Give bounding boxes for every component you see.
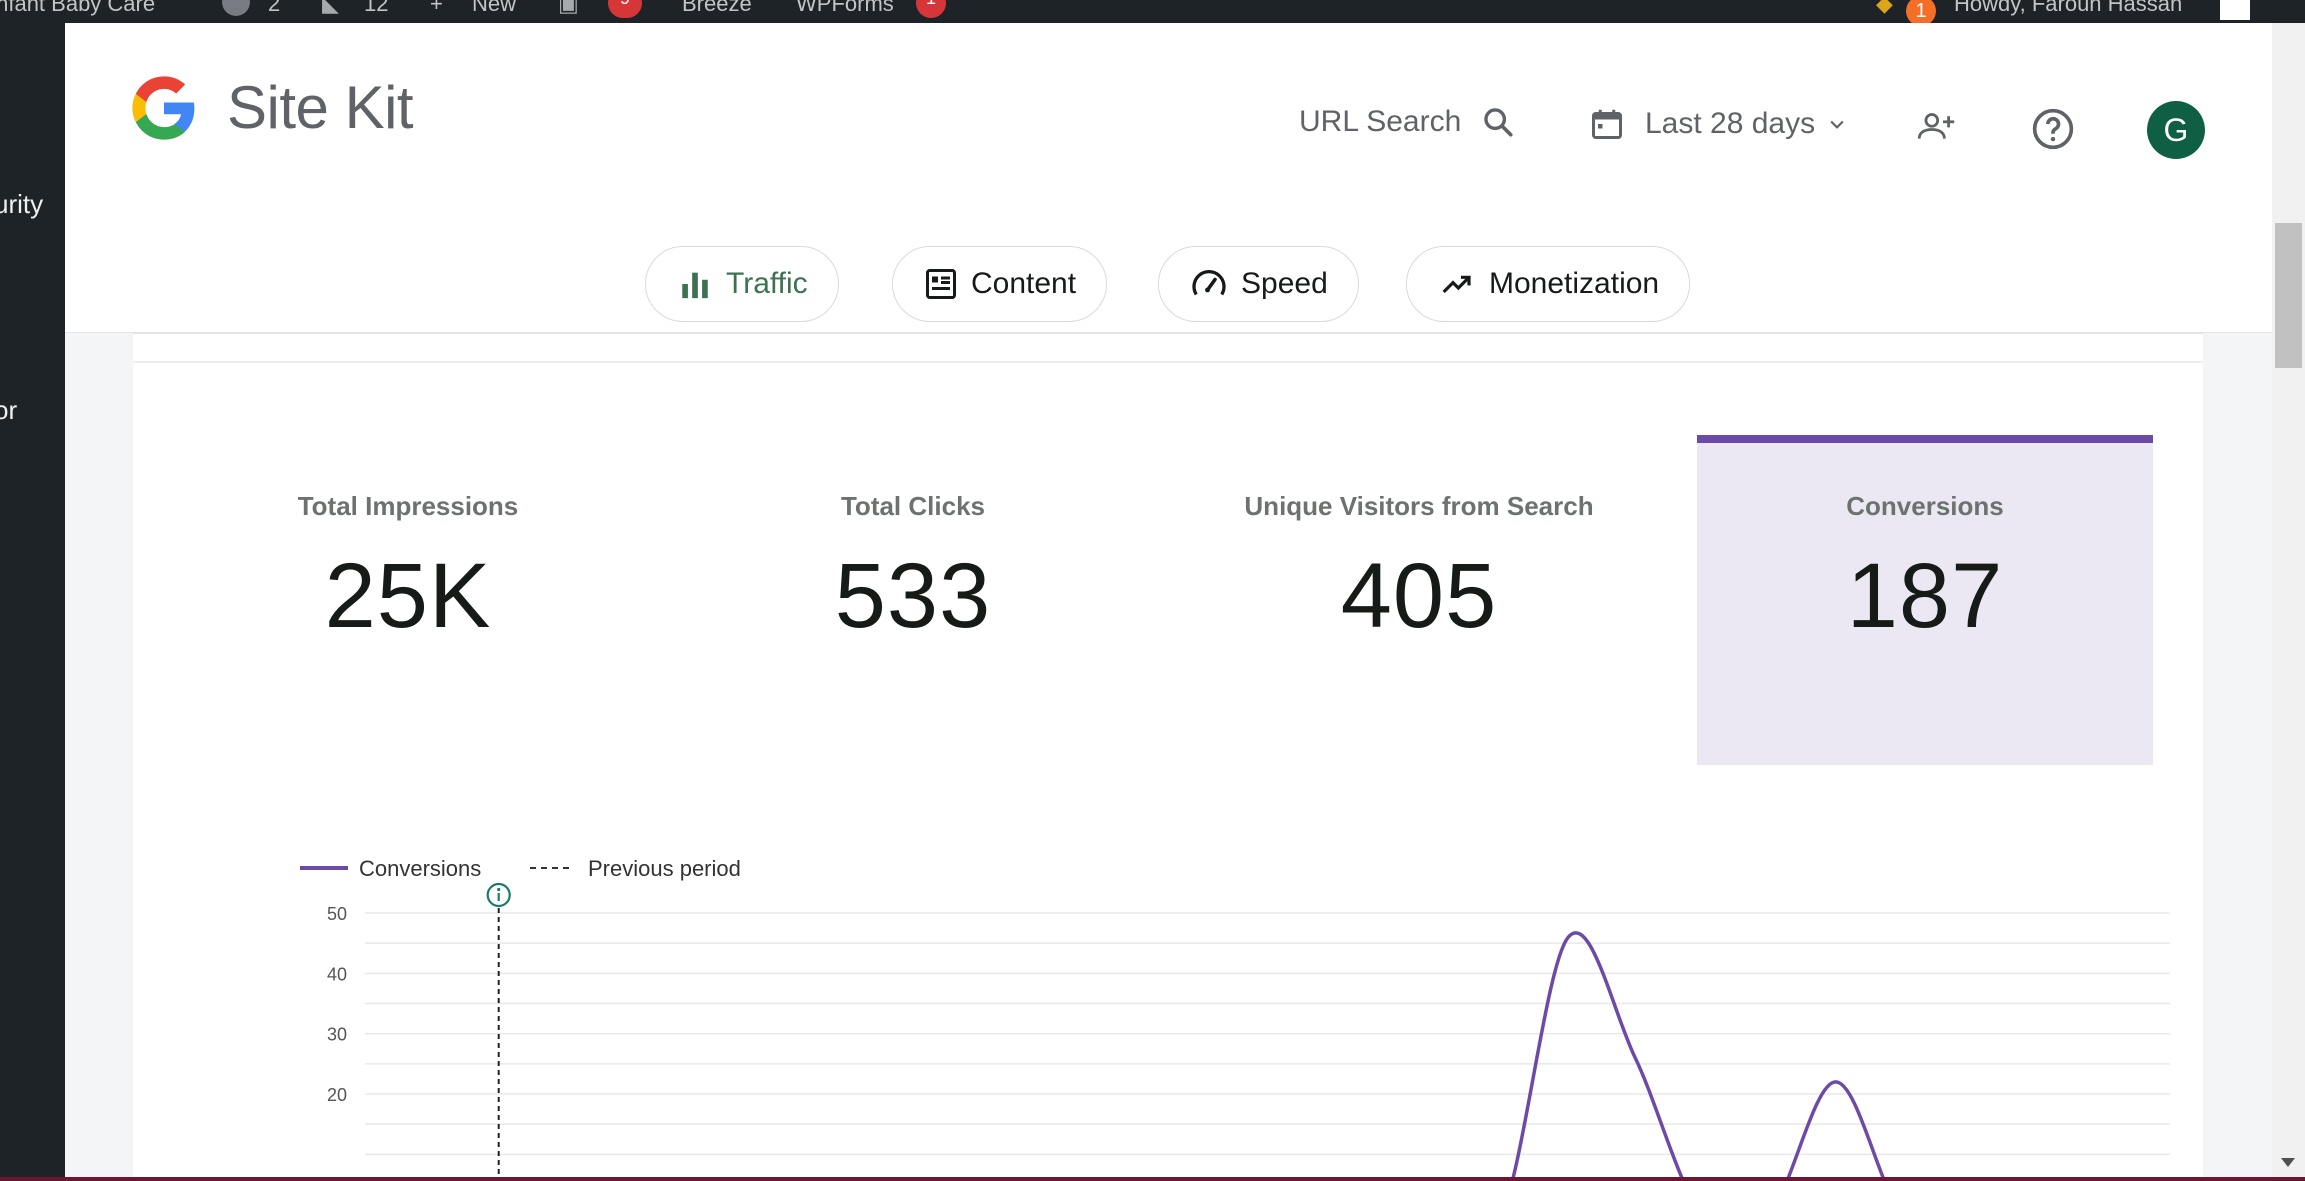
updates-count[interactable]: 2 [268, 0, 280, 17]
wpforms-badge[interactable]: 1 [916, 0, 946, 18]
calendar-icon [1592, 109, 1622, 139]
tab-content-label: Content [971, 267, 1077, 300]
y-tick-label: 30 [327, 1025, 347, 1045]
y-tick-label: 20 [327, 1085, 347, 1105]
tab-content[interactable]: Content [892, 246, 1108, 322]
stat-label: Unique Visitors from Search [1244, 491, 1594, 521]
stat-conversions[interactable]: Conversions 187 [1697, 435, 2153, 765]
notifications-icon[interactable]: ▣ [558, 0, 579, 17]
brand-name-site: Site [227, 74, 329, 141]
chart-annotation [486, 882, 511, 1181]
stat-label: Total Clicks [840, 491, 985, 521]
tab-speed-label: Speed [1241, 267, 1328, 300]
url-search-button[interactable]: URL Search [1299, 105, 1515, 139]
sidebar-item-editor[interactable]: or [0, 395, 17, 426]
conversions-chart: 50 40 30 20 Conversions Previous period [300, 856, 2170, 1181]
wp-admin-sidebar: urity or [0, 23, 65, 1181]
share-dashboard-button[interactable] [1915, 109, 1957, 148]
search-icon [1484, 108, 1513, 137]
user-avatar-small[interactable] [2220, 0, 2250, 20]
sidebar-item-security[interactable]: urity [0, 189, 43, 220]
alert-icon[interactable]: ◆ [1876, 0, 1893, 17]
stat-value: 405 [1340, 545, 1498, 647]
new-link[interactable]: New [472, 0, 516, 17]
comments-count[interactable]: 12 [364, 0, 388, 17]
speedometer-icon [1192, 269, 1226, 296]
chart-y-axis: 50 40 30 20 [327, 904, 347, 1105]
add-user-icon [1917, 113, 1955, 139]
tab-monetization[interactable]: Monetization [1406, 246, 1691, 322]
chart-grid [365, 912, 2170, 1156]
stat-total-impressions[interactable]: Total Impressions 25K [180, 435, 636, 765]
updates-icon[interactable] [222, 0, 250, 16]
comments-icon[interactable]: ◣ [322, 0, 339, 17]
document-icon [926, 269, 956, 299]
tab-traffic-label: Traffic [726, 267, 808, 300]
stat-total-clicks[interactable]: Total Clicks 533 [685, 435, 1141, 765]
trending-up-icon [1442, 275, 1471, 294]
chart-legend: Conversions Previous period [300, 856, 741, 881]
dashboard-nav: Traffic Content Speed Monetization [65, 188, 2272, 333]
chevron-down-icon [1830, 120, 1844, 129]
date-range-selector[interactable]: Last 28 days [1589, 105, 1847, 143]
stat-label: Conversions [1846, 491, 2004, 521]
legend-conversions-label: Conversions [359, 856, 481, 881]
wp-admin-bar: Infant Baby Care 2 ◣ 12 + New ▣ 9 Breeze… [0, 0, 2305, 23]
browser-scrollbar[interactable] [2272, 23, 2305, 1181]
url-search-label: URL Search [1299, 105, 1462, 138]
info-icon-dot [497, 887, 501, 892]
breeze-link[interactable]: Breeze [682, 0, 752, 17]
stat-value: 187 [1846, 545, 2004, 647]
y-tick-label: 40 [327, 964, 347, 984]
tab-traffic[interactable]: Traffic [645, 246, 839, 322]
brand-name-kit: Kit [344, 74, 414, 141]
stat-label: Total Impressions [297, 491, 519, 521]
wpforms-link[interactable]: WPForms [796, 0, 894, 17]
user-avatar[interactable]: G [2147, 101, 2205, 159]
series-conversions-line [1510, 931, 1887, 1181]
legend-previous-label: Previous period [588, 856, 741, 881]
tab-speed[interactable]: Speed [1158, 246, 1359, 322]
date-range-label: Last 28 days [1645, 107, 1816, 140]
notifications-badge[interactable]: 9 [608, 0, 642, 18]
main-content: Site Kit URL Search Last 28 days G Traff… [65, 23, 2272, 1181]
help-button[interactable] [2031, 107, 2075, 156]
stat-unique-visitors[interactable]: Unique Visitors from Search 405 [1191, 435, 1647, 765]
tab-monetization-label: Monetization [1489, 267, 1660, 300]
y-tick-label: 50 [327, 904, 347, 924]
window-bottom-edge [0, 1177, 2305, 1181]
card-divider [133, 361, 2203, 363]
alert-badge[interactable]: 1 [1906, 0, 1936, 23]
help-icon [2032, 108, 2074, 150]
plus-icon[interactable]: + [430, 0, 443, 17]
admin-bar-site-name[interactable]: Infant Baby Care [0, 0, 155, 17]
howdy-greeting[interactable]: Howdy, Faroun Hassan [1954, 0, 2182, 17]
sitekit-brand[interactable]: Site Kit [131, 73, 414, 142]
brand-name: Site Kit [227, 73, 414, 142]
scrollbar-thumb[interactable] [2275, 223, 2302, 368]
stat-value: 25K [324, 545, 492, 647]
scroll-down-arrow[interactable] [2281, 1158, 2295, 1167]
bar-chart-icon [682, 272, 708, 299]
stat-value: 533 [834, 545, 992, 647]
google-logo-icon [132, 75, 195, 140]
sitekit-header: Site Kit URL Search Last 28 days G [65, 23, 2272, 188]
